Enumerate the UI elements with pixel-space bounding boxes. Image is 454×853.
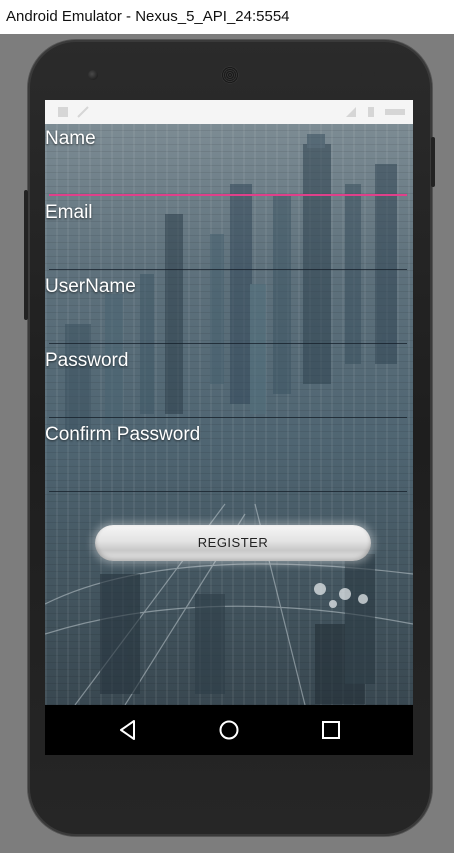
password-field-label: Password bbox=[45, 350, 129, 371]
password-field[interactable]: Password bbox=[45, 346, 407, 420]
back-icon[interactable] bbox=[115, 717, 141, 743]
android-nav-bar bbox=[45, 705, 413, 755]
sensor-dot bbox=[370, 72, 375, 77]
email-field-label: Email bbox=[45, 202, 93, 223]
confirm-password-field-label: Confirm Password bbox=[45, 424, 201, 445]
emulator-title-bar: Android Emulator - Nexus_5_API_24:5554 bbox=[0, 0, 454, 34]
notification-icon bbox=[77, 106, 89, 118]
username-field-label: UserName bbox=[45, 276, 136, 297]
name-field-label: Name bbox=[45, 128, 96, 149]
home-icon[interactable] bbox=[216, 717, 242, 743]
battery-icon bbox=[368, 107, 374, 117]
volume-button[interactable] bbox=[24, 190, 28, 320]
email-field[interactable]: Email bbox=[45, 198, 407, 272]
register-button[interactable]: REGISTER bbox=[95, 525, 371, 561]
username-field[interactable]: UserName bbox=[45, 272, 407, 346]
power-button[interactable] bbox=[431, 137, 435, 187]
recents-icon[interactable] bbox=[318, 717, 344, 743]
password-field-underline bbox=[49, 417, 407, 418]
notification-icon bbox=[58, 107, 68, 117]
username-field-underline bbox=[49, 343, 407, 344]
email-field-underline bbox=[49, 269, 407, 270]
sensor-dot bbox=[357, 72, 362, 77]
window-title: Android Emulator - Nexus_5_API_24:5554 bbox=[6, 8, 290, 25]
name-field-underline bbox=[49, 194, 407, 196]
name-field[interactable]: Name bbox=[45, 124, 407, 198]
status-bar bbox=[45, 100, 413, 124]
signal-icon bbox=[346, 107, 356, 117]
front-camera-icon bbox=[88, 70, 98, 80]
confirm-password-field-underline bbox=[49, 491, 407, 492]
speaker-grille bbox=[221, 66, 239, 84]
clock-icon bbox=[385, 109, 405, 115]
device-screen: Name Email UserName Password Confirm Pas… bbox=[45, 100, 413, 755]
confirm-password-field[interactable]: Confirm Password bbox=[45, 420, 407, 494]
